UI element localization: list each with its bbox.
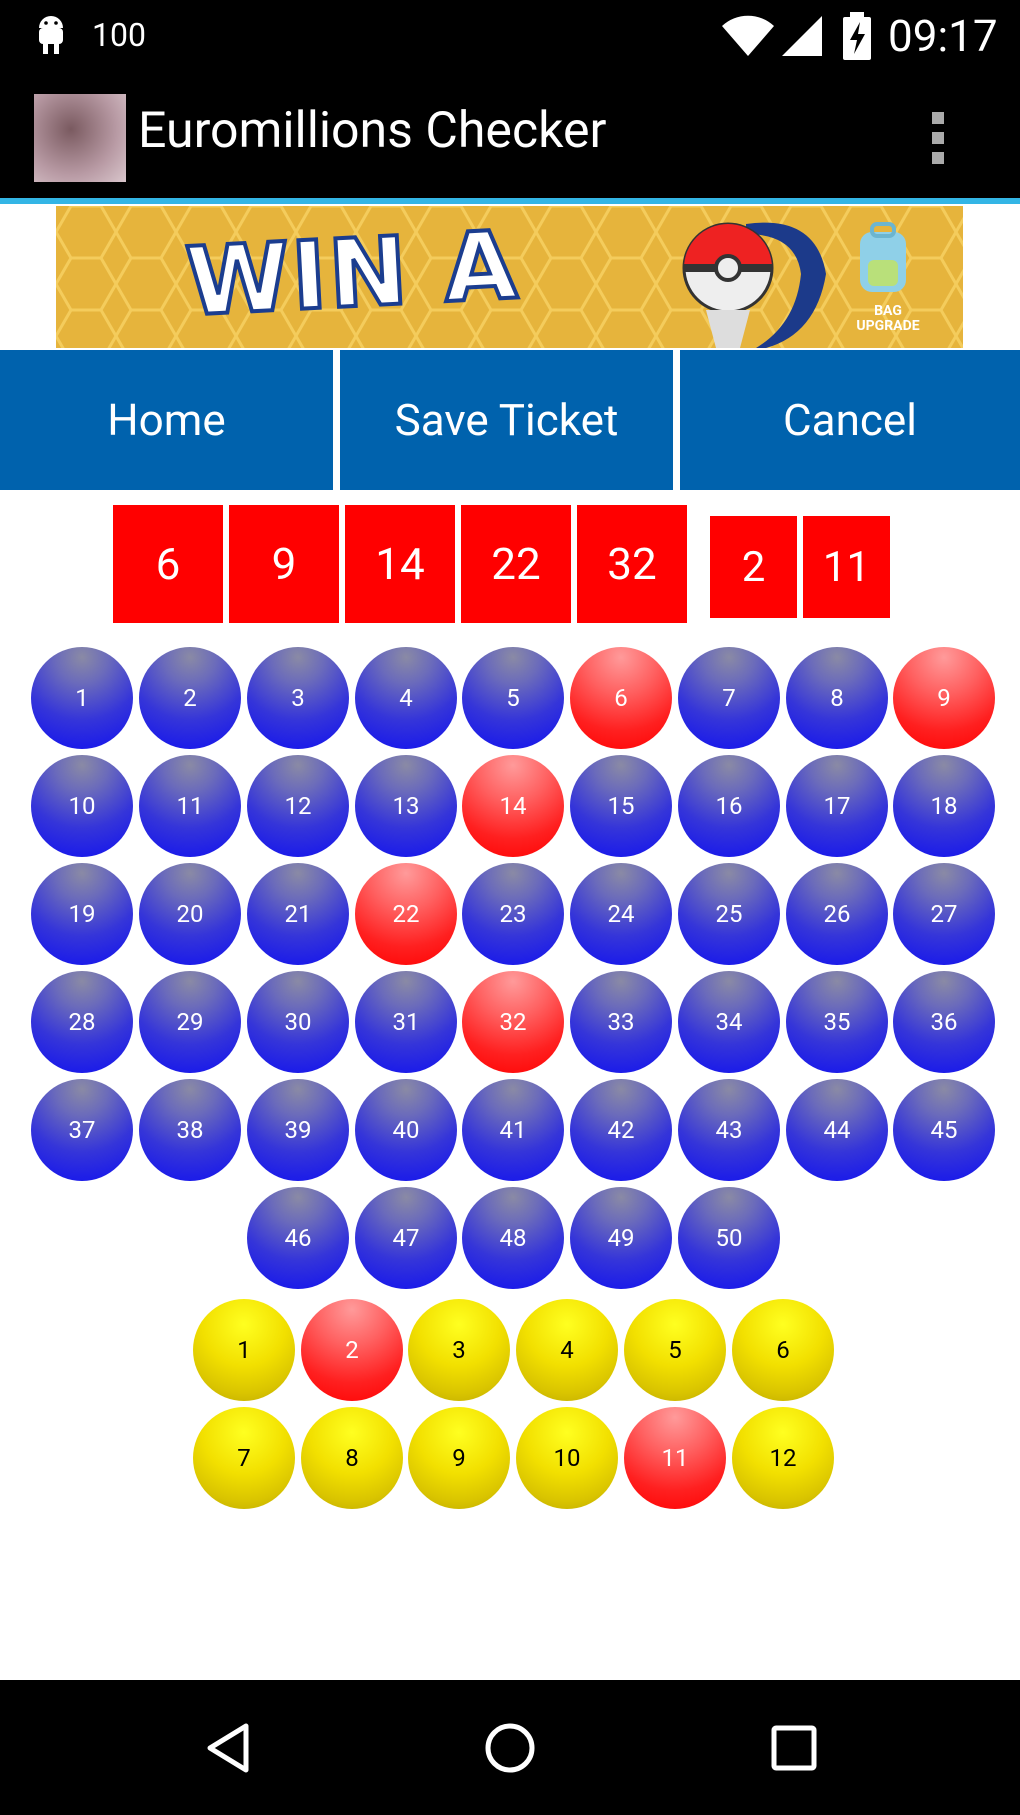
main-number-ball[interactable]: 24 — [570, 863, 672, 965]
main-number-ball[interactable]: 26 — [786, 863, 888, 965]
main-number-ball[interactable]: 20 — [139, 863, 241, 965]
lucky-star-ball[interactable]: 10 — [516, 1407, 618, 1509]
lucky-star-ball[interactable]: 9 — [408, 1407, 510, 1509]
drawn-main-number: 32 — [577, 505, 687, 623]
main-number-ball[interactable]: 9 — [893, 647, 995, 749]
recents-icon[interactable] — [766, 1720, 822, 1776]
main-number-ball[interactable]: 29 — [139, 971, 241, 1073]
lucky-star-ball[interactable]: 6 — [732, 1299, 834, 1401]
main-number-ball[interactable]: 33 — [570, 971, 672, 1073]
main-number-ball[interactable]: 6 — [570, 647, 672, 749]
main-number-ball[interactable]: 4 — [355, 647, 457, 749]
main-number-ball[interactable]: 42 — [570, 1079, 672, 1181]
lucky-star-ball[interactable]: 2 — [301, 1299, 403, 1401]
main-number-ball[interactable]: 3 — [247, 647, 349, 749]
drawn-star-number: 2 — [710, 516, 797, 618]
main-number-ball[interactable]: 28 — [31, 971, 133, 1073]
lucky-star-ball[interactable]: 1 — [193, 1299, 295, 1401]
main-number-ball[interactable]: 35 — [786, 971, 888, 1073]
main-number-ball[interactable]: 13 — [355, 755, 457, 857]
main-number-ball[interactable]: 5 — [462, 647, 564, 749]
main-number-ball[interactable]: 11 — [139, 755, 241, 857]
app-bar: Euromillions Checker — [0, 72, 1020, 204]
bag-upgrade-icon — [860, 222, 906, 292]
lucky-star-ball[interactable]: 5 — [624, 1299, 726, 1401]
back-icon[interactable] — [200, 1720, 256, 1776]
drawn-star-number: 11 — [803, 516, 890, 618]
battery-charging-icon — [843, 12, 871, 60]
main-number-ball[interactable]: 41 — [462, 1079, 564, 1181]
drawn-main-number: 9 — [229, 505, 339, 623]
overflow-menu-icon[interactable] — [930, 108, 946, 168]
home-button[interactable]: Home — [0, 350, 333, 490]
main-number-ball[interactable]: 22 — [355, 863, 457, 965]
drawn-main-number: 6 — [113, 505, 223, 623]
main-number-ball[interactable]: 14 — [462, 755, 564, 857]
main-number-ball[interactable]: 8 — [786, 647, 888, 749]
lucky-star-ball[interactable]: 7 — [193, 1407, 295, 1509]
main-number-ball[interactable]: 31 — [355, 971, 457, 1073]
main-number-ball[interactable]: 23 — [462, 863, 564, 965]
lucky-star-ball[interactable]: 11 — [624, 1407, 726, 1509]
save-ticket-button[interactable]: Save Ticket — [340, 350, 673, 490]
main-number-ball[interactable]: 21 — [247, 863, 349, 965]
clock: 09:17 — [888, 10, 998, 62]
status-bar: 100 09:17 — [0, 0, 1020, 72]
ad-headline: WIN A — [181, 209, 523, 339]
home-circle-icon[interactable] — [482, 1720, 538, 1776]
main-number-ball[interactable]: 12 — [247, 755, 349, 857]
main-number-ball[interactable]: 7 — [678, 647, 780, 749]
main-number-ball[interactable]: 40 — [355, 1079, 457, 1181]
main-number-ball[interactable]: 30 — [247, 971, 349, 1073]
cancel-button[interactable]: Cancel — [680, 350, 1020, 490]
app-title: Euromillions Checker — [138, 102, 607, 160]
system-nav-bar — [0, 1680, 1020, 1815]
lucky-star-ball[interactable]: 8 — [301, 1407, 403, 1509]
wifi-icon — [722, 15, 774, 56]
main-number-ball[interactable]: 15 — [570, 755, 672, 857]
signal-icon — [782, 16, 822, 56]
main-number-ball[interactable]: 50 — [678, 1187, 780, 1289]
main-number-ball[interactable]: 45 — [893, 1079, 995, 1181]
main-number-ball[interactable]: 48 — [462, 1187, 564, 1289]
drawn-main-number: 14 — [345, 505, 455, 623]
lucky-star-ball[interactable]: 4 — [516, 1299, 618, 1401]
main-number-ball[interactable]: 36 — [893, 971, 995, 1073]
notification-count: 100 — [92, 16, 146, 54]
main-number-ball[interactable]: 47 — [355, 1187, 457, 1289]
main-number-ball[interactable]: 18 — [893, 755, 995, 857]
ad-banner[interactable]: WIN A BAG UPGRADE — [56, 206, 963, 348]
main-number-ball[interactable]: 39 — [247, 1079, 349, 1181]
main-number-ball[interactable]: 44 — [786, 1079, 888, 1181]
main-number-ball[interactable]: 10 — [31, 755, 133, 857]
main-number-ball[interactable]: 43 — [678, 1079, 780, 1181]
main-number-ball[interactable]: 37 — [31, 1079, 133, 1181]
main-number-ball[interactable]: 38 — [139, 1079, 241, 1181]
pokeball-plus-icon — [682, 222, 826, 348]
app-logo — [34, 94, 126, 182]
main-number-ball[interactable]: 1 — [31, 647, 133, 749]
main-number-ball[interactable]: 19 — [31, 863, 133, 965]
lucky-star-ball[interactable]: 3 — [408, 1299, 510, 1401]
main-number-ball[interactable]: 25 — [678, 863, 780, 965]
drawn-main-number: 22 — [461, 505, 571, 623]
main-number-ball[interactable]: 2 — [139, 647, 241, 749]
android-debug-icon — [39, 16, 63, 54]
bag-upgrade-label: BAG UPGRADE — [856, 303, 920, 334]
main-number-ball[interactable]: 49 — [570, 1187, 672, 1289]
main-number-ball[interactable]: 46 — [247, 1187, 349, 1289]
main-number-ball[interactable]: 32 — [462, 971, 564, 1073]
lucky-star-ball[interactable]: 12 — [732, 1407, 834, 1509]
main-number-ball[interactable]: 17 — [786, 755, 888, 857]
main-number-ball[interactable]: 27 — [893, 863, 995, 965]
main-number-ball[interactable]: 34 — [678, 971, 780, 1073]
main-number-ball[interactable]: 16 — [678, 755, 780, 857]
